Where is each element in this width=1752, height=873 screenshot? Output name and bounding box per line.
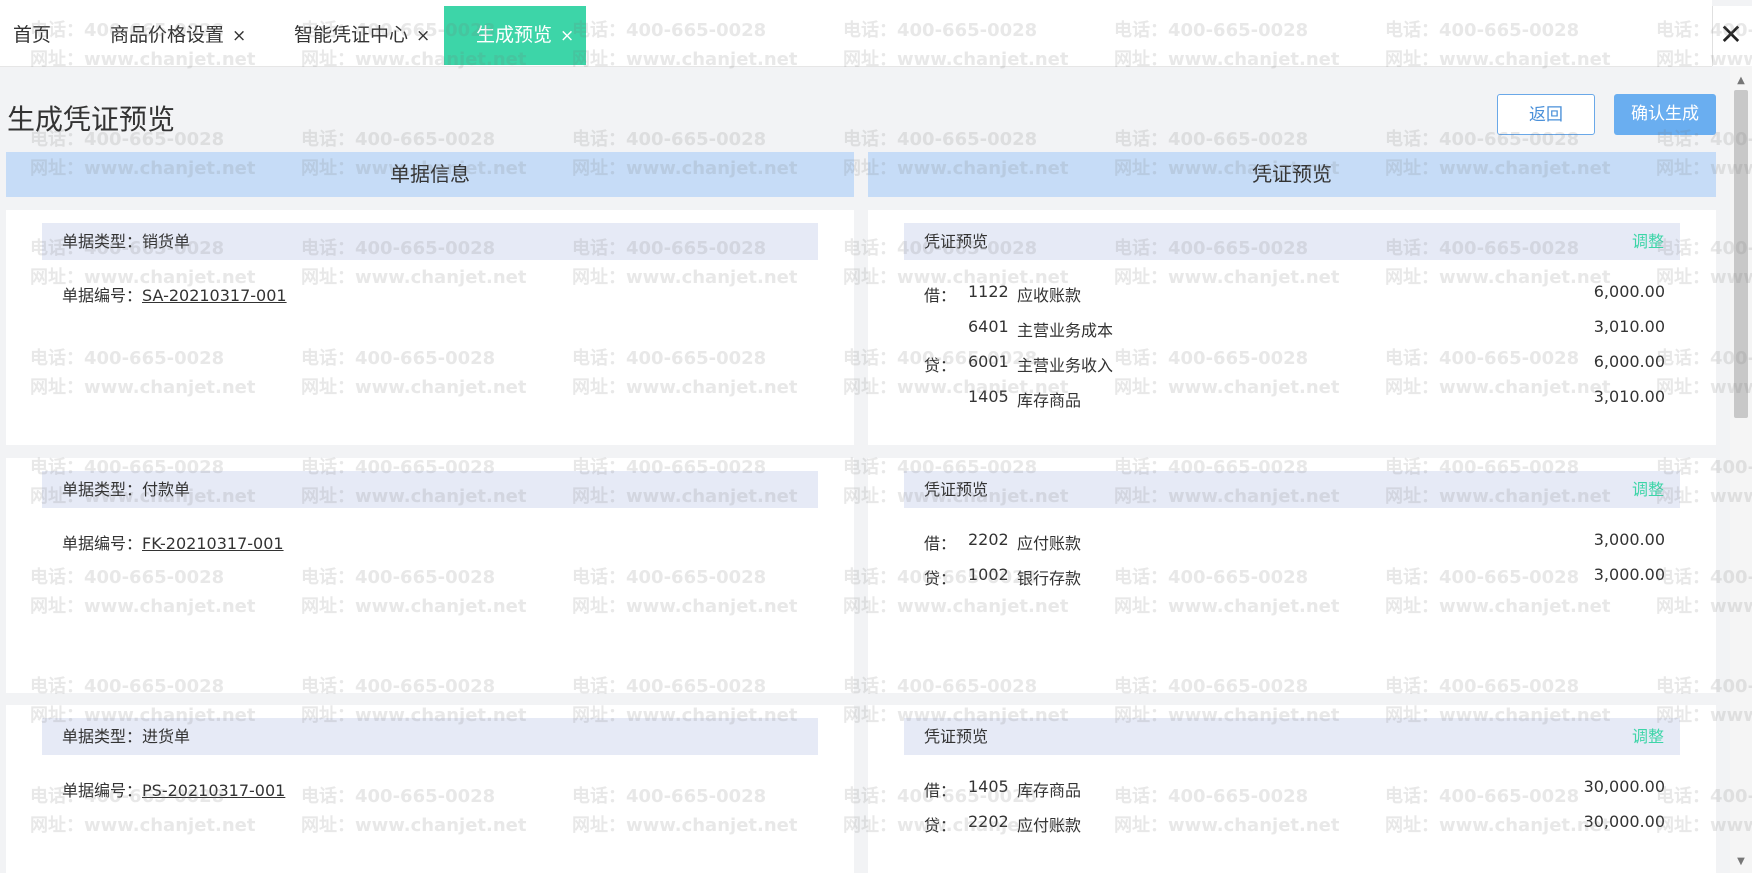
watermark-phone: 电话：400-665-0028	[301, 129, 496, 150]
entry-account-code: 2202	[968, 812, 1009, 831]
doc-type: 销货单	[142, 232, 191, 251]
voucher-entry: 贷： 1002 银行存款 3,000.00	[924, 565, 1665, 588]
tab-label: 智能凭证中心	[294, 24, 409, 46]
entry-account-code: 2202	[968, 530, 1009, 549]
entry-amount: 3,000.00	[1593, 530, 1665, 549]
entry-account-code: 6401	[968, 317, 1009, 336]
doc-no-link[interactable]: SA-20210317-001	[142, 286, 287, 305]
entry-account-code: 6001	[968, 352, 1009, 371]
tab-bar: 首页 商品价格设置 × 智能凭证中心 × 生成预览 ×	[0, 0, 1712, 67]
entry-account-name: 应付账款	[1017, 534, 1082, 553]
voucher-head: 凭证预览 调整	[904, 471, 1680, 508]
entry-amount: 3,010.00	[1593, 387, 1665, 406]
entry-amount: 6,000.00	[1593, 282, 1665, 301]
voucher-head-label: 凭证预览	[924, 727, 989, 746]
window-close-icon[interactable]: ✕	[1714, 18, 1748, 52]
adjust-link[interactable]: 调整	[1632, 718, 1664, 755]
entry-amount: 3,010.00	[1593, 317, 1665, 336]
page-title: 生成凭证预览	[7, 103, 176, 136]
entry-account-name: 应付账款	[1017, 816, 1082, 835]
voucher-head-label: 凭证预览	[924, 480, 989, 499]
doc-type-row: 单据类型：销货单	[42, 223, 818, 260]
doc-no-prefix: 单据编号：	[62, 534, 143, 553]
entry-account-code: 1405	[968, 387, 1009, 406]
entry-account-name: 主营业务成本	[1017, 321, 1114, 340]
doc-no-row: 单据编号：SA-20210317-001	[62, 282, 287, 306]
vertical-scrollbar[interactable]: ▲ ▼	[1730, 66, 1752, 873]
voucher-card: 凭证预览 调整 借： 2202 应付账款 3,000.00 贷： 1002 银行…	[868, 458, 1716, 693]
doc-no-prefix: 单据编号：	[62, 781, 143, 800]
entry-account-name: 应收账款	[1017, 286, 1082, 305]
scroll-thumb[interactable]	[1734, 90, 1748, 418]
entry-account-code: 1002	[968, 565, 1009, 584]
doc-no-row: 单据编号：PS-20210317-001	[62, 777, 285, 801]
tab-label: 商品价格设置	[110, 24, 225, 46]
tab-label: 首页	[13, 24, 52, 46]
doc-type-row: 单据类型：进货单	[42, 718, 818, 755]
entry-account-code: 1122	[968, 282, 1009, 301]
entry-account-name: 主营业务收入	[1017, 356, 1114, 375]
close-icon[interactable]: ×	[416, 26, 430, 46]
entry-account-name: 银行存款	[1017, 569, 1082, 588]
voucher-entry: 6401 主营业务成本 3,010.00	[924, 317, 1665, 340]
document-card: 单据类型：销货单 单据编号：SA-20210317-001	[6, 210, 854, 445]
doc-type-row: 单据类型：付款单	[42, 471, 818, 508]
tab-smart-voucher-center[interactable]: 智能凭证中心 ×	[294, 6, 430, 65]
entry-amount: 30,000.00	[1583, 777, 1665, 796]
voucher-entry: 借： 2202 应付账款 3,000.00	[924, 530, 1665, 553]
watermark-phone: 电话：400-665-0028	[572, 129, 767, 150]
column-header-voucher-preview: 凭证预览	[868, 152, 1716, 197]
voucher-entry: 借： 1122 应收账款 6,000.00	[924, 282, 1665, 305]
doc-no-prefix: 单据编号：	[62, 286, 143, 305]
entry-direction: 借：	[924, 286, 957, 305]
entry-direction: 贷：	[924, 569, 957, 588]
voucher-card: 凭证预览 调整 借： 1122 应收账款 6,000.00 6401 主营业务成…	[868, 210, 1716, 445]
entry-direction: 借：	[924, 781, 957, 800]
entry-account-name: 库存商品	[1017, 781, 1082, 800]
confirm-generate-button[interactable]: 确认生成	[1614, 94, 1716, 135]
entry-amount: 30,000.00	[1583, 812, 1665, 831]
adjust-link[interactable]: 调整	[1632, 223, 1664, 260]
tab-home[interactable]: 首页	[13, 6, 51, 65]
watermark-phone: 电话：400-665-0028	[1114, 129, 1309, 150]
watermark-phone: 电话：400-665-0028	[843, 129, 1038, 150]
close-icon[interactable]: ×	[232, 26, 246, 46]
voucher-head: 凭证预览 调整	[904, 718, 1680, 755]
voucher-head: 凭证预览 调整	[904, 223, 1680, 260]
doc-type: 付款单	[142, 480, 191, 499]
voucher-entry: 借： 1405 库存商品 30,000.00	[924, 777, 1665, 800]
entry-account-code: 1405	[968, 777, 1009, 796]
entry-amount: 6,000.00	[1593, 352, 1665, 371]
document-card: 单据类型：进货单 单据编号：PS-20210317-001	[6, 705, 854, 873]
doc-type-prefix: 单据类型：	[62, 480, 143, 499]
tab-label: 生成预览	[476, 24, 553, 46]
entry-account-name: 库存商品	[1017, 391, 1082, 410]
doc-type: 进货单	[142, 727, 191, 746]
voucher-entry: 贷： 6001 主营业务收入 6,000.00	[924, 352, 1665, 375]
doc-no-link[interactable]: PS-20210317-001	[142, 781, 285, 800]
tab-generate-preview[interactable]: 生成预览 ×	[444, 6, 587, 65]
voucher-entry: 1405 库存商品 3,010.00	[924, 387, 1665, 410]
entry-direction: 借：	[924, 534, 957, 553]
voucher-entry: 贷： 2202 应付账款 30,000.00	[924, 812, 1665, 835]
doc-type-prefix: 单据类型：	[62, 232, 143, 251]
doc-no-link[interactable]: FK-20210317-001	[142, 534, 284, 553]
scroll-down-icon[interactable]: ▼	[1730, 855, 1752, 869]
document-card: 单据类型：付款单 单据编号：FK-20210317-001	[6, 458, 854, 693]
entry-direction: 贷：	[924, 356, 957, 375]
doc-no-row: 单据编号：FK-20210317-001	[62, 530, 284, 554]
scroll-up-icon[interactable]: ▲	[1730, 74, 1752, 88]
voucher-head-label: 凭证预览	[924, 232, 989, 251]
column-header-document-info: 单据信息	[6, 152, 854, 197]
tab-product-price-settings[interactable]: 商品价格设置 ×	[110, 6, 246, 65]
voucher-card: 凭证预览 调整 借： 1405 库存商品 30,000.00 贷： 2202 应…	[868, 705, 1716, 873]
entry-amount: 3,000.00	[1593, 565, 1665, 584]
entry-direction: 贷：	[924, 816, 957, 835]
adjust-link[interactable]: 调整	[1632, 471, 1664, 508]
back-button[interactable]: 返回	[1497, 94, 1595, 135]
close-icon[interactable]: ×	[560, 26, 574, 46]
doc-type-prefix: 单据类型：	[62, 727, 143, 746]
